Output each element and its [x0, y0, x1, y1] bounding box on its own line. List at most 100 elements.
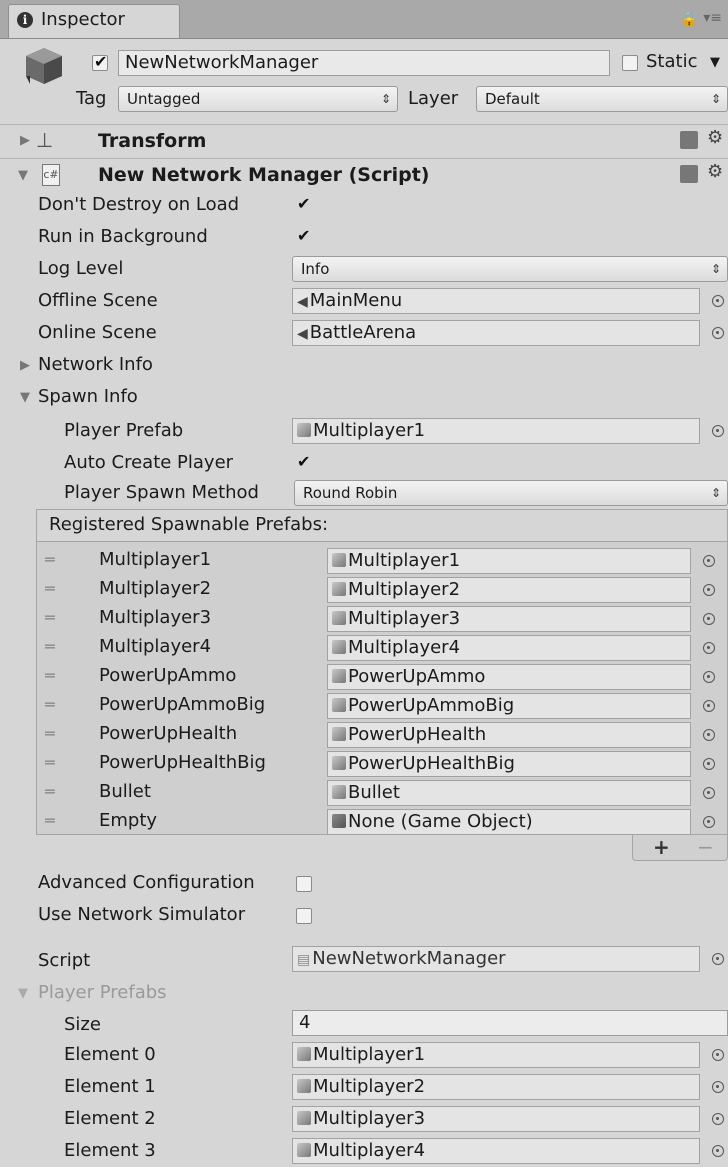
object-picker-icon[interactable]: [703, 787, 715, 799]
network-info-label[interactable]: Network Info: [38, 354, 153, 375]
static-label: Static: [646, 51, 698, 72]
player-prefabs-foldout-icon[interactable]: ▼: [18, 986, 28, 1001]
drag-handle-icon[interactable]: ═: [45, 724, 55, 743]
list-item[interactable]: ═ Multiplayer4 Multiplayer4: [37, 635, 727, 663]
drag-handle-icon[interactable]: ═: [45, 811, 55, 830]
help-icon[interactable]: [680, 131, 698, 149]
player-prefab-field[interactable]: Multiplayer1: [292, 418, 700, 444]
object-picker-icon[interactable]: [712, 295, 724, 307]
add-button[interactable]: +: [653, 835, 670, 859]
list-item[interactable]: ═ Multiplayer3 Multiplayer3: [37, 606, 727, 634]
spawn-method-value: Round Robin: [303, 484, 398, 502]
player-prefabs-label[interactable]: Player Prefabs: [38, 982, 167, 1003]
tag-dropdown[interactable]: Untagged ⇕: [118, 86, 398, 112]
spawnable-value: PowerUpHealth: [348, 724, 487, 745]
gear-icon[interactable]: ⚙: [707, 127, 723, 148]
tab-inspector[interactable]: i Inspector: [8, 4, 180, 38]
spawnable-field[interactable]: PowerUpHealthBig: [327, 751, 691, 777]
list-item[interactable]: ═ Empty None (Game Object): [37, 809, 727, 837]
object-picker-icon[interactable]: [703, 816, 715, 828]
lock-icon[interactable]: 🔒: [681, 12, 698, 28]
spawn-info-foldout-icon[interactable]: ▼: [20, 390, 30, 405]
object-picker-icon[interactable]: [703, 729, 715, 741]
list-item[interactable]: ═ PowerUpHealth PowerUpHealth: [37, 722, 727, 750]
drag-handle-icon[interactable]: ═: [45, 782, 55, 801]
object-picker-icon[interactable]: [712, 953, 724, 965]
drag-handle-icon[interactable]: ═: [45, 579, 55, 598]
list-item[interactable]: ═ Multiplayer2 Multiplayer2: [37, 577, 727, 605]
element-field[interactable]: Multiplayer1: [292, 1042, 700, 1068]
element-field[interactable]: Multiplayer2: [292, 1074, 700, 1100]
spawn-info-label[interactable]: Spawn Info: [38, 386, 138, 407]
network-simulator-label: Use Network Simulator: [38, 904, 246, 925]
spawnable-field[interactable]: Multiplayer2: [327, 577, 691, 603]
element-label: Element 1: [64, 1076, 156, 1097]
spawnable-name: PowerUpAmmo: [99, 665, 237, 686]
spawnable-name: PowerUpAmmoBig: [99, 694, 266, 715]
drag-handle-icon[interactable]: ═: [45, 695, 55, 714]
drag-handle-icon[interactable]: ═: [45, 637, 55, 656]
spawnable-field[interactable]: None (Game Object): [327, 809, 691, 835]
spawnable-field[interactable]: Multiplayer1: [327, 548, 691, 574]
object-picker-icon[interactable]: [703, 555, 715, 567]
list-item[interactable]: ═ Bullet Bullet: [37, 780, 727, 808]
drag-handle-icon[interactable]: ═: [45, 550, 55, 569]
static-dropdown-icon[interactable]: ▼: [710, 55, 720, 70]
script-component-title[interactable]: New Network Manager (Script): [98, 164, 429, 186]
object-picker-icon[interactable]: [703, 584, 715, 596]
object-picker-icon[interactable]: [712, 1081, 724, 1093]
script-foldout-icon[interactable]: ▼: [18, 168, 28, 183]
list-item[interactable]: ═ Multiplayer1 Multiplayer1: [37, 548, 727, 576]
log-level-dropdown[interactable]: Info ⇕: [292, 256, 728, 282]
object-picker-icon[interactable]: [703, 613, 715, 625]
spawnable-field[interactable]: Multiplayer3: [327, 606, 691, 632]
online-scene-field[interactable]: ◀ BattleArena: [292, 320, 700, 346]
layer-dropdown[interactable]: Default ⇕: [476, 86, 728, 112]
drag-handle-icon[interactable]: ═: [45, 753, 55, 772]
static-checkbox[interactable]: [622, 55, 638, 71]
script-label: Script: [38, 950, 91, 971]
prefab-icon: [297, 1111, 311, 1125]
object-picker-icon[interactable]: [703, 700, 715, 712]
object-picker-icon[interactable]: [703, 671, 715, 683]
list-item[interactable]: ═ PowerUpAmmo PowerUpAmmo: [37, 664, 727, 692]
prefab-icon: [332, 611, 346, 625]
transform-title[interactable]: Transform: [98, 130, 206, 152]
remove-button[interactable]: −: [697, 835, 714, 859]
object-picker-icon[interactable]: [712, 1145, 724, 1157]
network-simulator-checkbox[interactable]: [296, 908, 312, 924]
list-item[interactable]: ═ PowerUpAmmoBig PowerUpAmmoBig: [37, 693, 727, 721]
object-picker-icon[interactable]: [703, 758, 715, 770]
object-picker-icon[interactable]: [712, 425, 724, 437]
drag-handle-icon[interactable]: ═: [45, 666, 55, 685]
size-field[interactable]: 4: [292, 1010, 728, 1036]
spawnable-field[interactable]: PowerUpHealth: [327, 722, 691, 748]
dont-destroy-checkbox[interactable]: [296, 194, 312, 214]
network-info-foldout-icon[interactable]: ▶: [20, 358, 30, 373]
help-icon[interactable]: [680, 165, 698, 183]
spawn-method-dropdown[interactable]: Round Robin ⇕: [294, 480, 728, 506]
element-field[interactable]: Multiplayer3: [292, 1106, 700, 1132]
active-checkbox[interactable]: [92, 52, 108, 71]
drag-handle-icon[interactable]: ═: [45, 608, 55, 627]
auto-create-label: Auto Create Player: [64, 452, 234, 473]
run-background-checkbox[interactable]: [296, 226, 312, 246]
offline-scene-label: Offline Scene: [38, 290, 158, 311]
auto-create-checkbox[interactable]: [296, 452, 312, 472]
spawnable-field[interactable]: Multiplayer4: [327, 635, 691, 661]
object-picker-icon[interactable]: [712, 1113, 724, 1125]
object-picker-icon[interactable]: [712, 1049, 724, 1061]
offline-scene-field[interactable]: ◀ MainMenu: [292, 288, 700, 314]
list-item[interactable]: ═ PowerUpHealthBig PowerUpHealthBig: [37, 751, 727, 779]
object-name-field[interactable]: NewNetworkManager: [118, 50, 610, 76]
spawnable-field[interactable]: PowerUpAmmoBig: [327, 693, 691, 719]
gear-icon[interactable]: ⚙: [707, 161, 723, 182]
element-field[interactable]: Multiplayer4: [292, 1138, 700, 1164]
menu-icon[interactable]: ▾≡: [703, 10, 722, 26]
advanced-config-checkbox[interactable]: [296, 876, 312, 892]
spawnable-field[interactable]: Bullet: [327, 780, 691, 806]
spawnable-field[interactable]: PowerUpAmmo: [327, 664, 691, 690]
object-picker-icon[interactable]: [712, 327, 724, 339]
transform-foldout-icon[interactable]: ▶: [20, 133, 30, 148]
object-picker-icon[interactable]: [703, 642, 715, 654]
